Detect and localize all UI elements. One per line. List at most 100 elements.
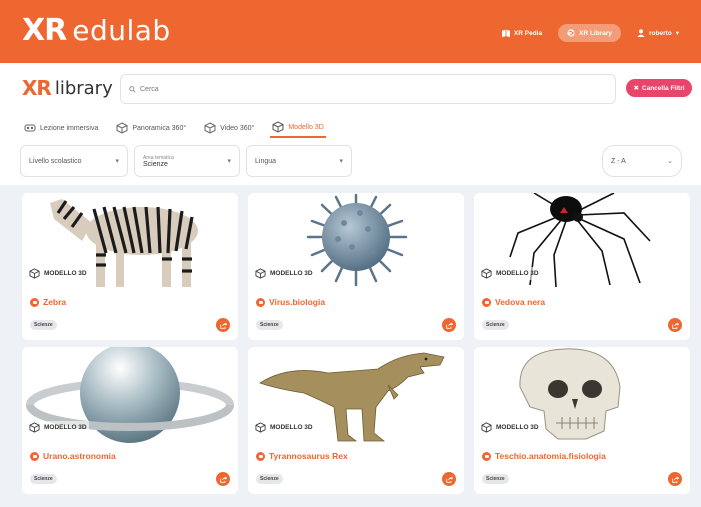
lock-icon <box>30 451 39 461</box>
nav-xr-library[interactable]: XR Library <box>558 24 621 42</box>
card-type-tag: MODELLO 3D <box>27 421 89 434</box>
nav-user-menu[interactable]: roberto ▾ <box>631 25 685 41</box>
nav-xr-pedia[interactable]: XR Pedia <box>496 25 548 41</box>
card-image: MODELLO 3D <box>248 347 464 443</box>
model-card-t-rex[interactable]: MODELLO 3D Tyrannosaurus Rex Scienze <box>248 347 464 494</box>
card-title[interactable]: Teschio.anatomia.fisiologia <box>482 451 606 461</box>
cube-360-icon <box>116 122 128 134</box>
level-select[interactable]: Livello scolastico ▾ <box>20 145 128 177</box>
user-name: roberto <box>648 29 672 37</box>
cube-icon <box>29 422 40 433</box>
cube-icon <box>255 268 266 279</box>
globe-icon <box>567 29 575 37</box>
card-title-text: Virus.biologia <box>269 297 326 307</box>
model-card-zebra[interactable]: MODELLO 3D Zebra Scienze <box>22 193 238 340</box>
tab-label: Lezione immersiva <box>40 124 99 132</box>
card-image: MODELLO 3D <box>474 347 690 443</box>
chevron-down-icon: ▾ <box>675 30 679 37</box>
chevron-down-icon: ▾ <box>227 158 231 165</box>
cube-icon <box>481 268 492 279</box>
subject-badge: Scienze <box>30 474 57 484</box>
subject-badge: Scienze <box>256 474 283 484</box>
content-type-tabs: Lezione immersiva Panoramica 360° Video … <box>22 118 326 140</box>
card-title[interactable]: Zebra <box>30 297 66 307</box>
tab-modello-3d[interactable]: Modello 3D <box>270 118 326 138</box>
card-type-label: MODELLO 3D <box>44 270 87 277</box>
top-bar: XR edulab XR Pedia XR Library roberto ▾ <box>0 0 701 63</box>
share-icon <box>671 321 679 329</box>
card-type-tag: MODELLO 3D <box>253 421 315 434</box>
card-image: MODELLO 3D <box>474 193 690 289</box>
area-select[interactable]: Area tematica Scienze ▾ <box>134 145 240 177</box>
search-box[interactable] <box>120 74 616 104</box>
share-button[interactable] <box>216 318 230 332</box>
card-type-tag: MODELLO 3D <box>253 267 315 280</box>
results-grid: MODELLO 3D Zebra Scienze MODELLO 3D Viru… <box>0 185 701 507</box>
lock-icon <box>30 297 39 307</box>
tab-panoramica-360[interactable]: Panoramica 360° <box>114 118 188 138</box>
tab-label: Panoramica 360° <box>132 124 187 132</box>
search-input[interactable] <box>140 85 540 93</box>
share-icon <box>445 475 453 483</box>
share-icon <box>219 475 227 483</box>
lock-icon <box>256 451 265 461</box>
share-button[interactable] <box>668 472 682 486</box>
share-button[interactable] <box>442 472 456 486</box>
library-logo-name: library <box>54 77 113 99</box>
share-icon <box>445 321 453 329</box>
card-title[interactable]: Urano.astronomia <box>30 451 116 461</box>
nav-label: XR Library <box>579 29 612 37</box>
subject-badge: Scienze <box>30 320 57 330</box>
card-type-tag: MODELLO 3D <box>479 421 541 434</box>
logo-xr: XR <box>22 13 67 48</box>
sort-select[interactable]: Z - A ⌄ <box>602 145 682 177</box>
card-type-label: MODELLO 3D <box>270 424 313 431</box>
card-image: MODELLO 3D <box>22 193 238 289</box>
card-title-text: Vedova nera <box>495 297 546 307</box>
share-button[interactable] <box>442 318 456 332</box>
language-label: Lingua <box>255 157 277 165</box>
card-type-label: MODELLO 3D <box>496 424 539 431</box>
lock-icon <box>256 297 265 307</box>
model-card-virus[interactable]: MODELLO 3D Virus.biologia Scienze <box>248 193 464 340</box>
chevron-down-icon: ▾ <box>115 158 119 165</box>
top-nav: XR Pedia XR Library roberto ▾ <box>496 24 685 42</box>
subject-badge: Scienze <box>482 474 509 484</box>
share-button[interactable] <box>216 472 230 486</box>
app-logo[interactable]: XR edulab <box>22 13 171 48</box>
area-label: Area tematica <box>143 154 174 161</box>
model-card-black-widow[interactable]: MODELLO 3D Vedova nera Scienze <box>474 193 690 340</box>
language-select[interactable]: Lingua ▾ <box>246 145 352 177</box>
chevron-down-icon: ⌄ <box>667 158 673 165</box>
tab-video-360[interactable]: Video 360° <box>202 118 256 138</box>
card-title[interactable]: Vedova nera <box>482 297 545 307</box>
card-title[interactable]: Tyrannosaurus Rex <box>256 451 348 461</box>
share-button[interactable] <box>668 318 682 332</box>
card-title-text: Teschio.anatomia.fisiologia <box>495 451 606 461</box>
cube-icon <box>29 268 40 279</box>
nav-label: XR Pedia <box>513 29 543 37</box>
card-image: MODELLO 3D <box>248 193 464 289</box>
search-row: XR library ✖ Cancella Filtri <box>0 63 701 115</box>
card-title-text: Tyrannosaurus Rex <box>269 451 348 461</box>
library-logo: XR library <box>22 76 113 100</box>
card-title[interactable]: Virus.biologia <box>256 297 325 307</box>
chevron-down-icon: ▾ <box>339 158 343 165</box>
card-type-label: MODELLO 3D <box>44 424 87 431</box>
tab-lezione-immersiva[interactable]: Lezione immersiva <box>22 118 100 138</box>
card-image: MODELLO 3D <box>22 347 238 443</box>
sort-value: Z - A <box>611 157 626 165</box>
card-type-label: MODELLO 3D <box>270 270 313 277</box>
close-icon: ✖ <box>633 85 639 92</box>
area-value: Scienze <box>143 160 168 168</box>
card-type-tag: MODELLO 3D <box>479 267 541 280</box>
clear-filters-button[interactable]: ✖ Cancella Filtri <box>626 79 692 97</box>
user-icon <box>637 29 645 37</box>
lock-icon <box>482 451 491 461</box>
filters-row: Livello scolastico ▾ Area tematica Scien… <box>20 145 685 179</box>
model-card-uranus[interactable]: MODELLO 3D Urano.astronomia Scienze <box>22 347 238 494</box>
card-type-tag: MODELLO 3D <box>27 267 89 280</box>
tab-label: Video 360° <box>220 124 255 132</box>
model-card-skull[interactable]: MODELLO 3D Teschio.anatomia.fisiologia S… <box>474 347 690 494</box>
book-icon <box>501 29 510 37</box>
